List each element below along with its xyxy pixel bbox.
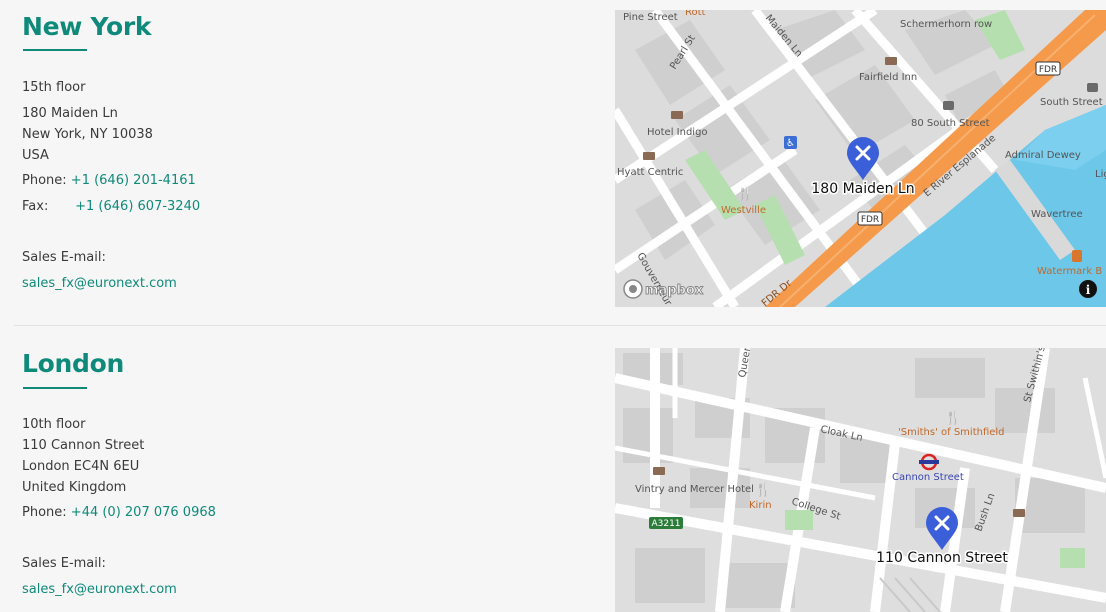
office-new-york: New York 15th floor 180 Maiden Ln New Yo… bbox=[0, 0, 1106, 322]
map-label: Vintry and Mercer Hotel bbox=[635, 484, 754, 495]
map-label: Schermerhorn row bbox=[900, 19, 992, 30]
restaurant-icon: 🍴 bbox=[737, 186, 753, 202]
map-label: Rott bbox=[685, 10, 706, 18]
phone-row: Phone: +44 (0) 207 076 0968 bbox=[22, 505, 216, 520]
cafe-icon bbox=[1072, 250, 1082, 262]
address-street: 110 Cannon Street bbox=[22, 438, 145, 453]
map-label: Ligh bbox=[1095, 169, 1106, 180]
map-canvas[interactable]: FDR FDR Pine Street Schermerhorn row Pea… bbox=[615, 10, 1106, 307]
phone-label: Phone: bbox=[22, 173, 67, 188]
address-floor: 10th floor bbox=[22, 417, 86, 432]
road-shield: A3211 bbox=[651, 519, 680, 529]
map-label: Watermark B bbox=[1037, 266, 1102, 277]
map-london[interactable]: A3211 Queen St Swithin's Cloak Ln 'Smith… bbox=[615, 348, 1106, 612]
phone-link[interactable]: +1 (646) 201-4161 bbox=[71, 173, 196, 188]
title-underline bbox=[23, 387, 87, 389]
hotel-icon bbox=[653, 467, 665, 475]
pin-label: 180 Maiden Ln bbox=[811, 181, 914, 197]
camera-icon bbox=[1087, 83, 1098, 92]
title-underline bbox=[23, 49, 87, 51]
office-london: London 10th floor 110 Cannon Street Lond… bbox=[0, 330, 1106, 612]
map-label: 80 South Street bbox=[911, 118, 990, 129]
map-label: Admiral Dewey bbox=[1005, 150, 1081, 161]
camera-icon bbox=[943, 101, 954, 110]
hotel-icon bbox=[885, 57, 897, 65]
map-label: Cannon Street bbox=[892, 472, 964, 483]
phone-link[interactable]: +44 (0) 207 076 0968 bbox=[71, 505, 216, 520]
address-country: United Kingdom bbox=[22, 480, 127, 495]
pin-label: 110 Cannon Street bbox=[876, 550, 1008, 566]
phone-row: Phone: +1 (646) 201-4161 bbox=[22, 173, 196, 188]
address-city: London EC4N 6EU bbox=[22, 459, 140, 474]
sales-email-label: Sales E-mail: bbox=[22, 556, 106, 571]
address-street: 180 Maiden Ln bbox=[22, 106, 118, 121]
address-country: USA bbox=[22, 148, 49, 163]
address-floor: 15th floor bbox=[22, 80, 86, 95]
sales-email-label: Sales E-mail: bbox=[22, 250, 106, 265]
info-icon-glyph: i bbox=[1086, 283, 1091, 297]
restaurant-icon: 🍴 bbox=[945, 410, 961, 426]
office-title: London bbox=[22, 349, 124, 378]
fax-label: Fax: bbox=[22, 199, 49, 214]
office-separator bbox=[14, 325, 1106, 326]
fax-link[interactable]: +1 (646) 607-3240 bbox=[75, 199, 200, 214]
accessible-icon-glyph: ♿ bbox=[786, 138, 795, 149]
hotel-icon bbox=[671, 111, 683, 119]
highway-shield: FDR bbox=[1039, 65, 1057, 75]
map-label: 'Smiths' of Smithfield bbox=[898, 427, 1005, 438]
map-label: Westville bbox=[721, 205, 766, 216]
map-label: South Street bbox=[1040, 97, 1103, 108]
map-label: Kirin bbox=[749, 500, 772, 511]
map-label: Hotel Indigo bbox=[647, 127, 708, 138]
map-label: Fairfield Inn bbox=[859, 72, 917, 83]
map-label: Wavertree bbox=[1031, 209, 1083, 220]
office-title: New York bbox=[22, 12, 152, 41]
map-canvas[interactable]: A3211 Queen St Swithin's Cloak Ln 'Smith… bbox=[615, 348, 1106, 612]
sales-email-link[interactable]: sales_fx@euronext.com bbox=[22, 582, 177, 597]
hotel-icon bbox=[643, 152, 655, 160]
address-city: New York, NY 10038 bbox=[22, 127, 153, 142]
highway-shield-2: FDR bbox=[861, 215, 879, 225]
map-new-york[interactable]: FDR FDR Pine Street Schermerhorn row Pea… bbox=[615, 10, 1106, 307]
sales-email-link[interactable]: sales_fx@euronext.com bbox=[22, 276, 177, 291]
map-label: Hyatt Centric bbox=[617, 167, 683, 178]
mapbox-attribution[interactable]: mapbox bbox=[645, 283, 705, 299]
map-label: Pine Street bbox=[623, 12, 678, 23]
hotel-icon bbox=[1013, 509, 1025, 517]
fax-row: Fax: +1 (646) 607-3240 bbox=[22, 199, 200, 214]
phone-label: Phone: bbox=[22, 505, 67, 520]
restaurant-icon: 🍴 bbox=[755, 482, 771, 498]
